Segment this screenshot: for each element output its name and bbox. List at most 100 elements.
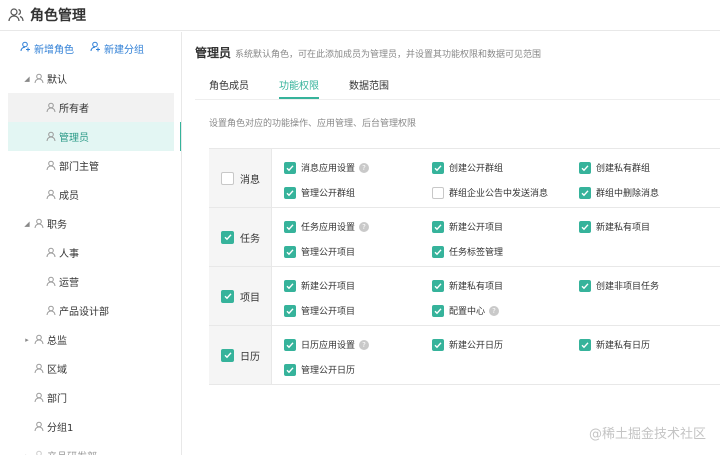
user-icon xyxy=(46,189,57,200)
permission-item[interactable]: 配置中心? xyxy=(432,302,579,319)
permission-item[interactable]: 新建私有日历 xyxy=(579,336,720,353)
tree-item[interactable]: 区域 xyxy=(0,354,181,383)
tree-item-label: 职务 xyxy=(47,220,67,231)
permission-row: 项目 新建公开项目 新建私有项目 创建非项目任务管理公开项目 配置中心? xyxy=(209,267,720,326)
permission-item[interactable]: 创建私有群组 xyxy=(579,159,720,176)
help-icon[interactable]: ? xyxy=(489,305,500,316)
checkbox[interactable] xyxy=(432,186,444,199)
checkbox[interactable] xyxy=(284,161,296,174)
tree-item-label: 运营 xyxy=(59,278,79,289)
add-role-button[interactable]: 新增角色 xyxy=(20,41,74,56)
checkbox[interactable] xyxy=(221,289,234,303)
checkbox[interactable] xyxy=(284,220,296,233)
tab-members[interactable]: 角色成员 xyxy=(209,77,249,99)
tab-bar: 角色成员 功能权限 数据范围 xyxy=(209,77,389,99)
tree-item[interactable]: 所有者 xyxy=(8,93,174,122)
tree-item[interactable]: 人事 xyxy=(0,238,181,267)
checkbox[interactable] xyxy=(284,186,296,199)
caret-right-icon[interactable]: ▸ xyxy=(22,452,32,455)
checkbox[interactable] xyxy=(579,338,591,351)
checkbox[interactable] xyxy=(432,279,444,292)
watermark: @稀土掘金技术社区 xyxy=(588,427,706,442)
permission-item[interactable]: 任务标签管理 xyxy=(432,243,579,260)
tree-item[interactable]: ▸ 产品研发部 xyxy=(0,441,181,455)
checkbox[interactable] xyxy=(579,186,591,199)
checkbox[interactable] xyxy=(284,279,296,292)
checkbox[interactable] xyxy=(221,230,234,244)
tabs-divider xyxy=(195,99,720,100)
caret-right-icon[interactable]: ▸ xyxy=(22,336,32,344)
tree-item[interactable]: 分组1 xyxy=(0,412,181,441)
permission-item[interactable]: 管理公开项目 xyxy=(284,302,432,319)
permission-items: 消息应用设置? 创建公开群组 创建私有群组管理公开群组 群组企业公告中发送消息 群组中删… xyxy=(272,149,720,207)
help-icon[interactable]: ? xyxy=(359,162,370,173)
tree-item[interactable]: 管理员 xyxy=(8,122,181,151)
role-description: 系统默认角色，可在此添加成员为管理员，并设置其功能权限和数据可见范围 xyxy=(235,50,542,60)
checkbox[interactable] xyxy=(432,245,444,258)
permission-category[interactable]: 日历 xyxy=(209,326,272,384)
tree-item[interactable]: 部门主管 xyxy=(0,151,181,180)
permission-item[interactable]: 群组企业公告中发送消息 xyxy=(432,184,579,201)
checkbox[interactable] xyxy=(579,161,591,174)
tree-item[interactable]: 产品设计部 xyxy=(0,296,181,325)
new-group-button[interactable]: 新建分组 xyxy=(90,41,144,56)
users-icon xyxy=(8,7,24,23)
permission-label: 管理公开日历 xyxy=(301,366,356,376)
permission-item[interactable]: 创建公开群组 xyxy=(432,159,579,176)
caret-down-icon[interactable]: ◢ xyxy=(22,75,32,83)
checkbox[interactable] xyxy=(284,304,296,317)
tree-item[interactable]: ◢ 职务 xyxy=(0,209,181,238)
checkbox[interactable] xyxy=(284,363,296,376)
sidebar-actions: 新增角色 新建分组 xyxy=(0,32,181,64)
permission-label: 消息应用设置 xyxy=(301,164,356,174)
tree-item[interactable]: ◢ 默认 xyxy=(0,64,181,93)
permission-item[interactable]: 新建私有项目 xyxy=(432,277,579,294)
tree-item[interactable]: ▸ 总监 xyxy=(0,325,181,354)
checkbox[interactable] xyxy=(579,279,591,292)
permission-label: 管理公开项目 xyxy=(301,307,356,317)
tree-item[interactable]: 运营 xyxy=(0,267,181,296)
tree-item-label: 部门主管 xyxy=(59,162,99,173)
tree-item-label: 管理员 xyxy=(59,133,89,144)
help-icon[interactable]: ? xyxy=(359,339,370,350)
page-header: 角色管理 xyxy=(0,0,720,31)
category-label: 任务 xyxy=(240,233,260,245)
permission-item[interactable]: 新建公开日历 xyxy=(432,336,579,353)
permission-item[interactable]: 新建公开项目 xyxy=(284,277,432,294)
checkbox[interactable] xyxy=(221,348,234,362)
permission-category[interactable]: 项目 xyxy=(209,267,272,325)
permission-items: 日历应用设置? 新建公开日历 新建私有日历管理公开日历 xyxy=(272,326,720,384)
checkbox[interactable] xyxy=(221,171,234,185)
permission-item[interactable]: 管理公开群组 xyxy=(284,184,432,201)
permission-item[interactable]: 日历应用设置? xyxy=(284,336,432,353)
permission-item[interactable]: 新建私有项目 xyxy=(579,218,720,235)
tree-item[interactable]: 部门 xyxy=(0,383,181,412)
permission-category[interactable]: 消息 xyxy=(209,149,272,207)
permission-category[interactable]: 任务 xyxy=(209,208,272,266)
tree-item-label: 部门 xyxy=(47,394,67,405)
checkbox[interactable] xyxy=(432,338,444,351)
permission-items: 新建公开项目 新建私有项目 创建非项目任务管理公开项目 配置中心? xyxy=(272,267,720,325)
checkbox[interactable] xyxy=(284,245,296,258)
checkbox[interactable] xyxy=(432,220,444,233)
tab-permissions[interactable]: 功能权限 xyxy=(279,77,319,99)
permission-item[interactable]: 创建非项目任务 xyxy=(579,277,720,294)
permission-item[interactable]: 群组中删除消息 xyxy=(579,184,720,201)
permission-label: 新建公开日历 xyxy=(449,341,504,351)
help-icon[interactable]: ? xyxy=(359,221,370,232)
permission-item[interactable]: 新建公开项目 xyxy=(432,218,579,235)
checkbox[interactable] xyxy=(579,220,591,233)
permission-item[interactable]: 任务应用设置? xyxy=(284,218,432,235)
checkbox[interactable] xyxy=(432,304,444,317)
checkbox[interactable] xyxy=(284,338,296,351)
checkbox[interactable] xyxy=(432,161,444,174)
caret-down-icon[interactable]: ◢ xyxy=(22,220,32,228)
permission-item[interactable]: 消息应用设置? xyxy=(284,159,432,176)
permission-label: 配置中心 xyxy=(449,307,486,317)
permission-item[interactable]: 管理公开日历 xyxy=(284,361,432,378)
user-icon xyxy=(46,276,57,287)
permission-item[interactable]: 管理公开项目 xyxy=(284,243,432,260)
tab-data-scope[interactable]: 数据范围 xyxy=(349,77,389,99)
tree-item[interactable]: 成员 xyxy=(0,180,181,209)
permission-label: 创建公开群组 xyxy=(449,164,504,174)
